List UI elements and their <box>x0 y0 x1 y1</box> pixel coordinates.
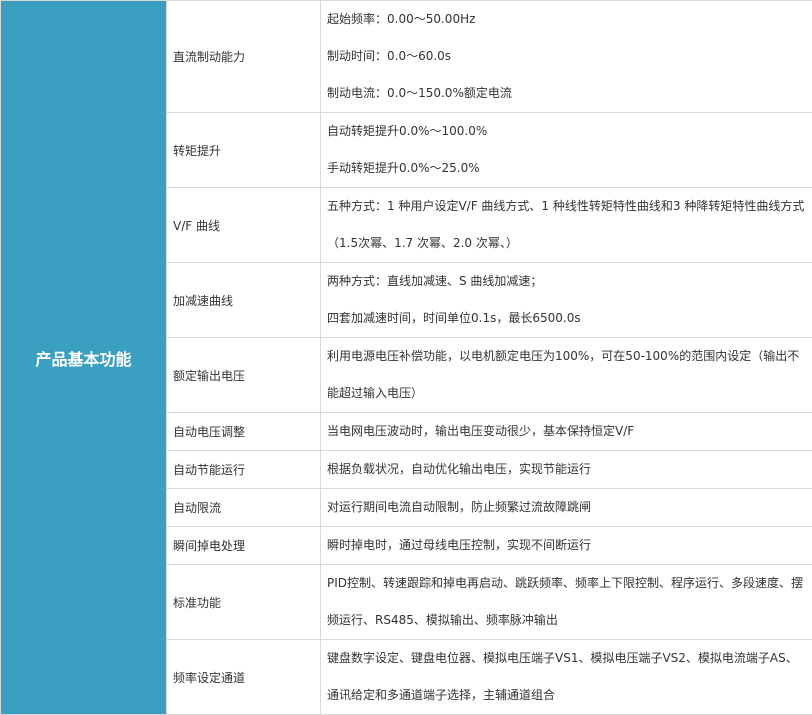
feature-label: 自动节能运行 <box>166 450 321 489</box>
feature-value-line: 制动时间：0.0～60.0s <box>327 49 452 63</box>
feature-value-line: 两种方式：直线加减速、S 曲线加减速； <box>327 274 543 288</box>
feature-value-line: 利用电源电压补偿功能，以电机额定电压为100%，可在50-100%的范围内设定（… <box>327 349 800 363</box>
feature-label: 标准功能 <box>166 564 321 640</box>
feature-value-line: 根据负载状况，自动优化输出电压，实现节能运行 <box>327 462 592 476</box>
table-row: 产品基本功能 直流制动能力 起始频率：0.00～50.00Hz 制动时间：0.0～60… <box>0 0 812 715</box>
feature-value-line: 频运行、RS485、模拟输出、频率脉冲输出 <box>327 613 558 627</box>
feature-value-line: 对运行期间电流自动限制，防止频繁过流故障跳闸 <box>327 500 592 514</box>
feature-value: PID控制、转速跟踪和掉电再启动、跳跃频率、频率上下限控制、程序运行、多段速度、… <box>320 564 812 640</box>
feature-value-line: 当电网电压波动时，输出电压变动很少，基本保持恒定V/F <box>327 424 635 438</box>
feature-value-line: 瞬时掉电时，通过母线电压控制，实现不间断运行 <box>327 538 592 552</box>
feature-value: 两种方式：直线加减速、S 曲线加减速； 四套加减速时间，时间单位0.1s，最长65… <box>320 262 812 338</box>
feature-value: 对运行期间电流自动限制，防止频繁过流故障跳闸 <box>320 488 812 527</box>
feature-value-line: 手动转矩提升0.0%～25.0% <box>327 161 480 175</box>
category-cell: 产品基本功能 <box>0 0 167 715</box>
feature-label: 自动电压调整 <box>166 412 321 451</box>
feature-value-line: PID控制、转速跟踪和掉电再启动、跳跃频率、频率上下限控制、程序运行、多段速度、… <box>327 576 804 590</box>
feature-value: 利用电源电压补偿功能，以电机额定电压为100%，可在50-100%的范围内设定（… <box>320 337 812 413</box>
feature-label: 直流制动能力 <box>166 0 321 113</box>
feature-value: 键盘数字设定、键盘电位器、模拟电压端子VS1、模拟电压端子VS2、模拟电流端子A… <box>320 639 812 715</box>
feature-value-line: （1.5次幂、1.7 次幂、2.0 次幂、） <box>327 236 518 250</box>
feature-label: 额定输出电压 <box>166 337 321 413</box>
feature-value-line: 五种方式：1 种用户设定V/F 曲线方式、1 种线性转矩特性曲线和3 种降转矩特… <box>327 199 805 213</box>
feature-value-line: 能超过输入电压） <box>327 386 424 400</box>
feature-value-line: 制动电流：0.0～150.0%额定电流 <box>327 86 512 100</box>
feature-value-line: 键盘数字设定、键盘电位器、模拟电压端子VS1、模拟电压端子VS2、模拟电流端子A… <box>327 651 798 665</box>
feature-value-line: 自动转矩提升0.0%～100.0% <box>327 124 488 138</box>
feature-label: 瞬间掉电处理 <box>166 526 321 565</box>
feature-label: 转矩提升 <box>166 112 321 188</box>
feature-value: 瞬时掉电时，通过母线电压控制，实现不间断运行 <box>320 526 812 565</box>
feature-value: 五种方式：1 种用户设定V/F 曲线方式、1 种线性转矩特性曲线和3 种降转矩特… <box>320 187 812 263</box>
feature-label: 自动限流 <box>166 488 321 527</box>
feature-value-line: 四套加减速时间，时间单位0.1s，最长6500.0s <box>327 311 581 325</box>
feature-value: 根据负载状况，自动优化输出电压，实现节能运行 <box>320 450 812 489</box>
spec-table-body: 产品基本功能 直流制动能力 起始频率：0.00～50.00Hz 制动时间：0.0～60… <box>0 0 812 715</box>
feature-value-line: 起始频率：0.00～50.00Hz <box>327 12 476 26</box>
feature-value: 起始频率：0.00～50.00Hz 制动时间：0.0～60.0s 制动电流：0.0～… <box>320 0 812 113</box>
feature-label: V/F 曲线 <box>166 187 321 263</box>
feature-value-line: 通讯给定和多通道端子选择，主辅通道组合 <box>327 688 556 702</box>
feature-label: 频率设定通道 <box>166 639 321 715</box>
spec-table: 产品基本功能 直流制动能力 起始频率：0.00～50.00Hz 制动时间：0.0～60… <box>0 0 812 715</box>
feature-label: 加减速曲线 <box>166 262 321 338</box>
feature-value: 自动转矩提升0.0%～100.0% 手动转矩提升0.0%～25.0% <box>320 112 812 188</box>
feature-value: 当电网电压波动时，输出电压变动很少，基本保持恒定V/F <box>320 412 812 451</box>
